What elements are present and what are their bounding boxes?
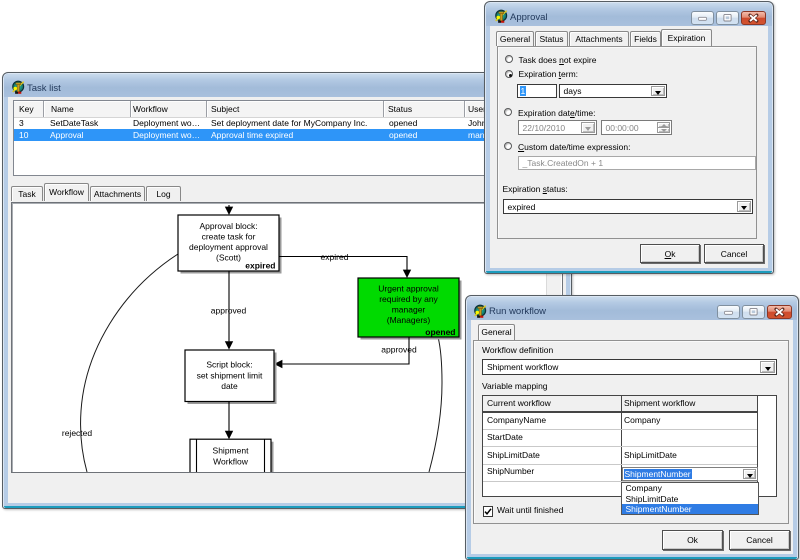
- svg-text:date: date: [221, 381, 238, 391]
- svg-text:create task for: create task for: [202, 232, 256, 242]
- svg-text:approved: approved: [211, 306, 247, 316]
- svg-text:deployment approval: deployment approval: [189, 242, 268, 252]
- svg-text:expired: expired: [245, 261, 275, 271]
- svg-text:Urgent approval: Urgent approval: [378, 284, 439, 294]
- svg-text:expired: expired: [321, 252, 349, 262]
- svg-text:approved: approved: [381, 345, 417, 355]
- svg-text:required by any: required by any: [379, 294, 438, 304]
- svg-text:Workflow: Workflow: [213, 457, 249, 467]
- svg-text:manager: manager: [392, 305, 426, 315]
- svg-text:(Managers): (Managers): [387, 315, 431, 325]
- svg-text:set shipment limit: set shipment limit: [197, 371, 263, 381]
- svg-text:Shipment: Shipment: [213, 446, 250, 456]
- svg-text:Approval block:: Approval block:: [199, 221, 257, 231]
- svg-text:Script block:: Script block:: [206, 360, 252, 370]
- svg-text:rejected: rejected: [62, 428, 93, 438]
- svg-text:opened: opened: [425, 327, 455, 337]
- svg-text:(Scott): (Scott): [216, 253, 241, 263]
